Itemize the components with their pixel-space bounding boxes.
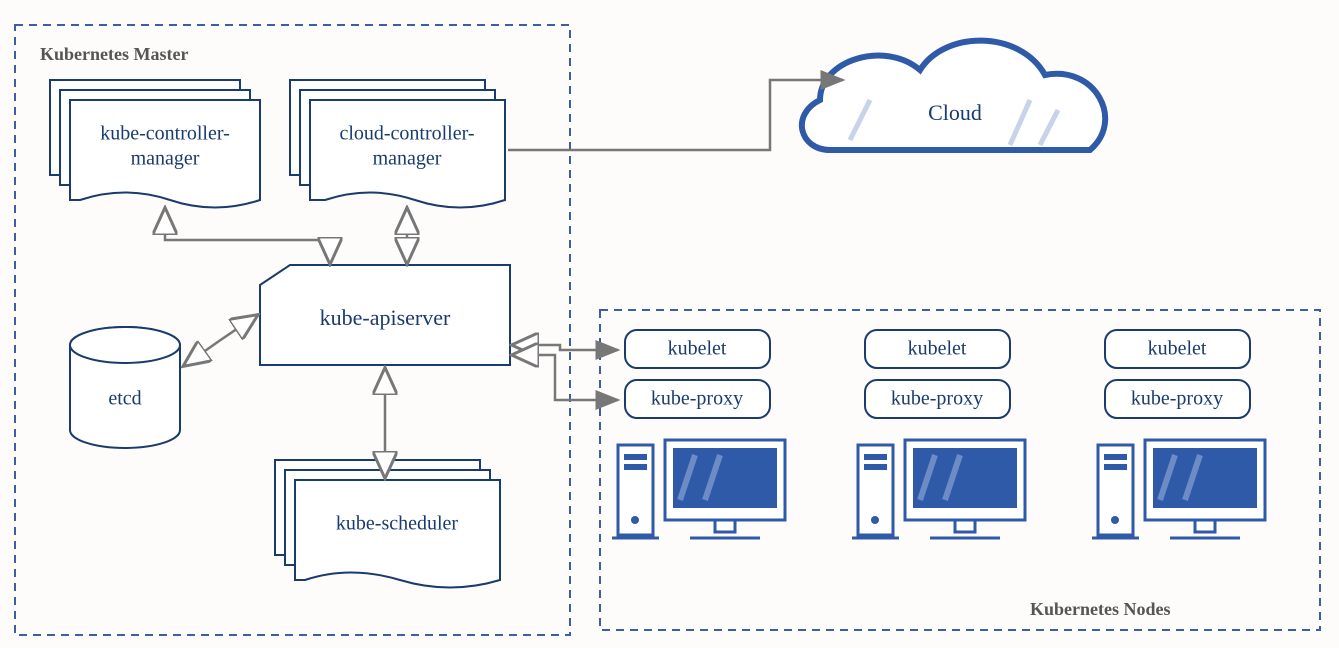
computer-icon — [612, 440, 785, 538]
nodes-section-label: Kubernetes Nodes — [1030, 599, 1171, 619]
kube-scheduler-box: kube-scheduler — [275, 460, 500, 588]
node-1: kubelet kube-proxy — [612, 330, 785, 538]
node-3: kubelet kube-proxy — [1092, 330, 1265, 538]
kube-controller-manager-label-l1: kube-controller- — [100, 123, 230, 145]
kube-controller-manager-box: kube-controller- manager — [50, 80, 260, 208]
kube-apiserver-label: kube-apiserver — [320, 305, 451, 330]
kube-scheduler-label: kube-scheduler — [336, 513, 459, 535]
etcd-cylinder: etcd — [70, 327, 180, 448]
master-section-label: Kubernetes Master — [40, 44, 188, 64]
computer-icon — [1092, 440, 1265, 538]
arrow-ccm-cloud — [508, 80, 843, 150]
kube-controller-manager-label-l2: manager — [131, 148, 200, 170]
node-2: kubelet kube-proxy — [852, 330, 1025, 538]
cloud-label: Cloud — [928, 100, 982, 125]
cloud-controller-manager-label-l2: manager — [373, 148, 442, 170]
kube-apiserver-box: kube-apiserver — [260, 265, 510, 365]
arrow-apiserver-kubelet — [514, 345, 618, 350]
node1-kubeproxy-label: kube-proxy — [651, 388, 743, 410]
etcd-label: etcd — [108, 388, 141, 410]
cloud-controller-manager-box: cloud-controller- manager — [290, 80, 505, 208]
computer-icon — [852, 440, 1025, 538]
cloud-icon: Cloud — [802, 41, 1105, 150]
arrow-kcm-apiserver — [165, 210, 330, 262]
node3-kubelet-label: kubelet — [1148, 338, 1207, 360]
arrow-etcd-apiserver — [185, 316, 256, 365]
node2-kubelet-label: kubelet — [908, 338, 967, 360]
node3-kubeproxy-label: kube-proxy — [1131, 388, 1223, 410]
cloud-controller-manager-label-l1: cloud-controller- — [339, 123, 474, 145]
arrow-apiserver-kubeproxy — [514, 355, 618, 400]
node2-kubeproxy-label: kube-proxy — [891, 388, 983, 410]
architecture-diagram: Kubernetes Master Kubernetes Nodes kube-… — [0, 0, 1339, 648]
node1-kubelet-label: kubelet — [668, 338, 727, 360]
